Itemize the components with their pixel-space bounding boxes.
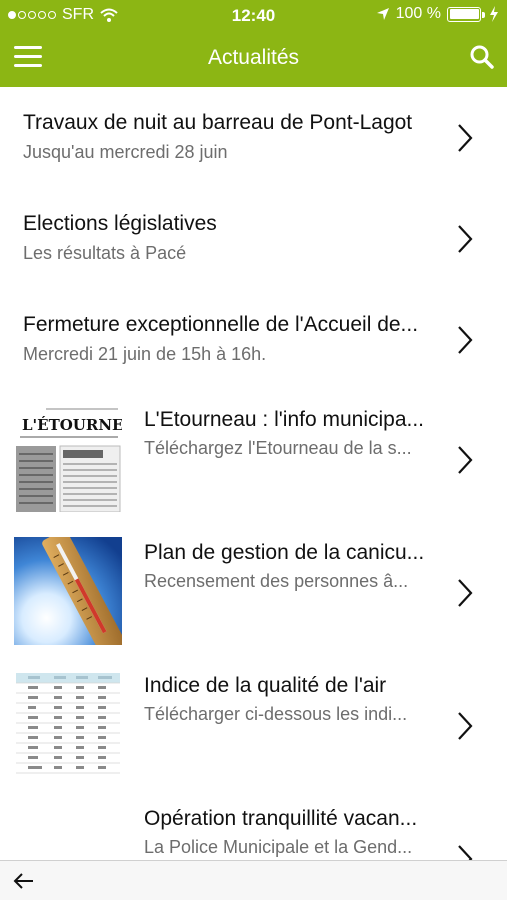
chevron-right-icon	[458, 845, 473, 860]
list-item[interactable]: Elections législatives Les résultats à P…	[0, 188, 507, 289]
search-icon[interactable]	[469, 44, 495, 70]
list-item[interactable]: L'ÉTOURNEAU L'Etourneau : l'info municip…	[0, 390, 507, 523]
item-title: Indice de la qualité de l'air	[144, 674, 387, 697]
list-item[interactable]: Fermeture exceptionnelle de l'Accueil de…	[0, 289, 507, 390]
item-subtitle: Téléchargez l'Etourneau de la s...	[144, 438, 412, 458]
item-subtitle: Les résultats à Pacé	[23, 243, 187, 263]
item-subtitle: Jusqu'au mercredi 28 juin	[23, 142, 228, 162]
item-subtitle: Mercredi 21 juin de 15h à 16h.	[23, 344, 267, 364]
chevron-right-icon	[458, 579, 473, 607]
item-title: Fermeture exceptionnelle de l'Accueil de…	[23, 313, 419, 336]
chevron-right-icon	[458, 225, 473, 253]
newsletter-masthead: L'ÉTOURNEAU	[22, 416, 122, 434]
chevron-right-icon	[458, 446, 473, 474]
item-subtitle: La Police Municipale et la Gend...	[144, 837, 413, 857]
list-item[interactable]: Travaux de nuit au barreau de Pont-Lagot…	[0, 87, 507, 188]
chevron-right-icon	[458, 124, 473, 152]
news-list: Travaux de nuit au barreau de Pont-Lagot…	[0, 87, 507, 860]
list-item[interactable]: Opération tranquillité vacan... La Polic…	[0, 789, 507, 860]
app-header: SFR 12:40 100 % Actualités	[0, 0, 507, 87]
item-subtitle: Recensement des personnes â...	[144, 571, 409, 591]
chevron-right-icon	[458, 326, 473, 354]
battery-icon	[447, 6, 485, 22]
air-quality-table-thumbnail	[14, 670, 122, 778]
status-bar: SFR 12:40 100 %	[0, 0, 507, 30]
item-title: L'Etourneau : l'info municipa...	[144, 408, 425, 431]
page-title: Actualités	[207, 46, 300, 69]
location-arrow-icon	[376, 8, 389, 20]
list-item[interactable]: Indice de la qualité de l'air Télécharge…	[0, 656, 507, 789]
navigation-bar: Actualités	[0, 30, 507, 87]
charging-bolt-icon	[490, 6, 498, 22]
item-title: Elections législatives	[23, 212, 217, 235]
newsletter-thumbnail: L'ÉTOURNEAU	[14, 404, 122, 512]
bottom-toolbar	[0, 860, 507, 900]
back-arrow-icon[interactable]	[12, 869, 36, 893]
item-title: Opération tranquillité vacan...	[144, 807, 418, 830]
item-title: Travaux de nuit au barreau de Pont-Lagot	[23, 111, 413, 134]
battery-percent: 100 %	[395, 5, 441, 22]
chevron-right-icon	[458, 712, 473, 740]
item-title: Plan de gestion de la canicu...	[144, 541, 425, 564]
item-subtitle: Télécharger ci-dessous les indi...	[144, 704, 408, 724]
list-item[interactable]: Plan de gestion de la canicu... Recensem…	[0, 523, 507, 656]
thermometer-thumbnail	[14, 537, 122, 645]
